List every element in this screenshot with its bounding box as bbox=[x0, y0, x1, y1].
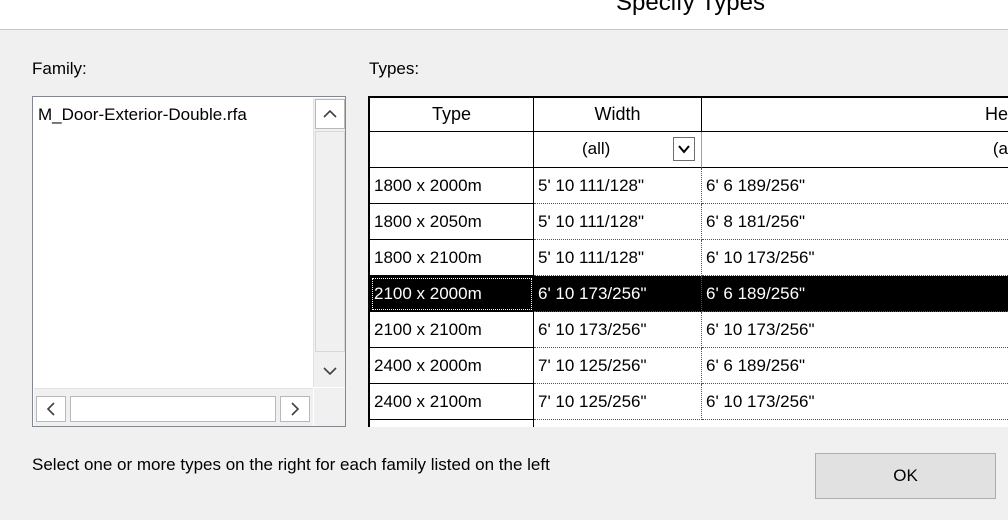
type-row-width[interactable]: 5' 10 111/128" bbox=[534, 240, 702, 276]
type-row-width[interactable]: 7' 10 125/256" bbox=[534, 348, 702, 384]
type-row-height[interactable]: 6' 10 173/256" bbox=[702, 240, 1008, 276]
chevron-down-icon bbox=[323, 367, 337, 376]
types-label: Types: bbox=[369, 59, 420, 78]
chevron-right-icon bbox=[291, 402, 300, 416]
type-row-height[interactable]: 6' 6 189/256" bbox=[702, 168, 1008, 204]
type-row-width[interactable]: 6' 10 173/256" bbox=[534, 276, 702, 312]
family-label: Family: bbox=[32, 59, 87, 78]
scroll-right-button[interactable] bbox=[280, 396, 310, 422]
family-list[interactable]: M_Door-Exterior-Double.rfa bbox=[32, 96, 346, 427]
type-row-name[interactable]: 1800 x 2050m bbox=[370, 204, 534, 240]
type-row-height[interactable]: 6' 10 173/256" bbox=[702, 384, 1008, 420]
types-grid[interactable]: Type Width He (all) (a 1800 x 2000m 5' 10… bbox=[368, 96, 1008, 427]
chevron-up-icon bbox=[323, 109, 337, 118]
type-row-height[interactable]: 6' 10 173/256" bbox=[702, 312, 1008, 348]
family-vertical-scrollbar[interactable] bbox=[313, 98, 345, 387]
dialog-title: Specify Types bbox=[616, 0, 765, 16]
type-row-height[interactable]: 6' 8 181/256" bbox=[702, 204, 1008, 240]
filter-height[interactable]: (a bbox=[702, 132, 1008, 168]
type-row-height[interactable]: 6' 6 189/256" bbox=[702, 276, 1008, 312]
chevron-left-icon bbox=[46, 402, 55, 416]
column-header-type[interactable]: Type bbox=[370, 98, 534, 132]
chevron-down-icon bbox=[678, 144, 690, 154]
filter-width-dropdown[interactable] bbox=[673, 137, 695, 161]
column-header-width[interactable]: Width bbox=[534, 98, 702, 132]
filter-width-value: (all) bbox=[582, 139, 611, 158]
type-row-name[interactable]: 2100 x 2000m bbox=[370, 276, 534, 312]
type-row-height[interactable]: 6' 6 189/256" bbox=[702, 348, 1008, 384]
type-row-name[interactable]: 1800 x 2000m bbox=[370, 168, 534, 204]
instruction-text: Select one or more types on the right fo… bbox=[32, 455, 550, 474]
type-row-width[interactable]: 5' 10 111/128" bbox=[534, 168, 702, 204]
scroll-thumb[interactable] bbox=[70, 396, 276, 422]
filter-width[interactable]: (all) bbox=[534, 132, 702, 168]
type-row-name[interactable]: 2400 x 2100m bbox=[370, 384, 534, 420]
title-bar: Specify Types bbox=[0, 0, 1008, 30]
type-row-width[interactable]: 6' 10 173/256" bbox=[534, 312, 702, 348]
column-header-height[interactable]: He bbox=[702, 98, 1008, 132]
type-row-name[interactable]: 1800 x 2100m bbox=[370, 240, 534, 276]
family-list-item[interactable]: M_Door-Exterior-Double.rfa bbox=[38, 105, 247, 125]
filter-height-value: (a bbox=[992, 139, 1008, 158]
filter-type bbox=[370, 132, 534, 168]
ok-button[interactable]: OK bbox=[815, 453, 996, 499]
type-row-name[interactable]: 2100 x 2100m bbox=[370, 312, 534, 348]
type-row-name[interactable]: 2400 x 2000m bbox=[370, 348, 534, 384]
scroll-down-button[interactable] bbox=[315, 356, 345, 386]
family-horizontal-scrollbar[interactable] bbox=[34, 388, 313, 426]
scroll-track[interactable] bbox=[315, 131, 345, 352]
scroll-left-button[interactable] bbox=[36, 396, 66, 422]
scroll-up-button[interactable] bbox=[315, 99, 345, 129]
grid-partial-row bbox=[370, 420, 534, 427]
type-row-width[interactable]: 7' 10 125/256" bbox=[534, 384, 702, 420]
scrollbar-corner bbox=[314, 388, 345, 426]
type-row-width[interactable]: 5' 10 111/128" bbox=[534, 204, 702, 240]
